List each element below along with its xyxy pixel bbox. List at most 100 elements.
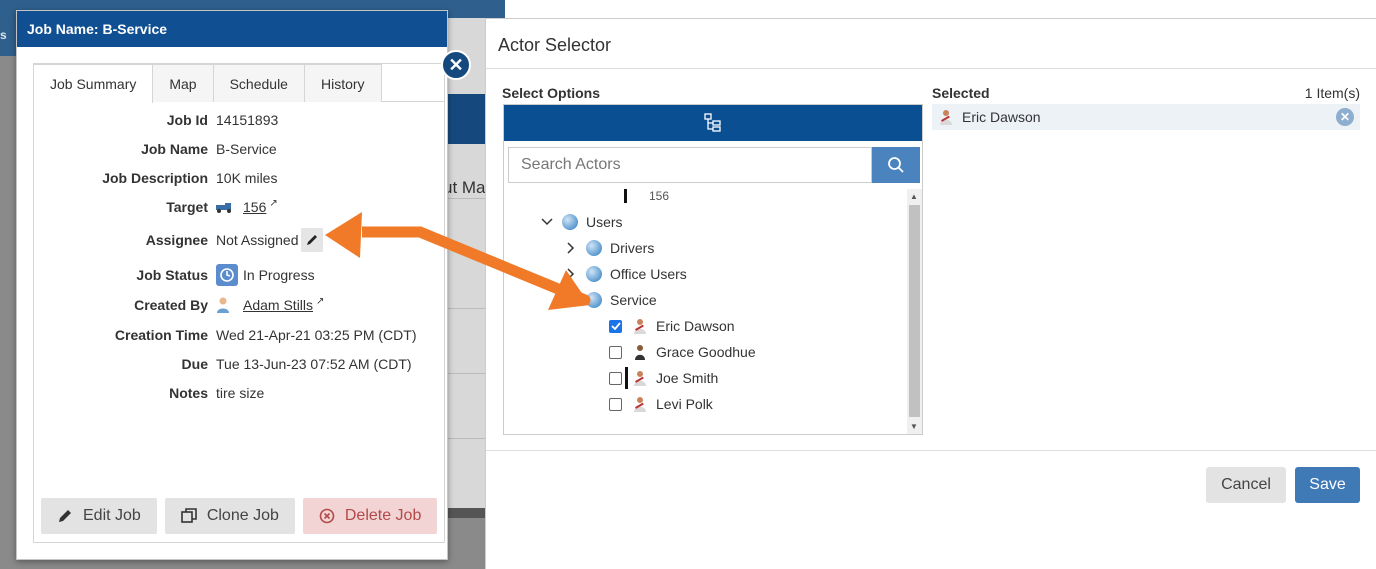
chevron-right-icon[interactable] <box>564 268 578 280</box>
background-bar <box>445 94 485 144</box>
tab-history[interactable]: History <box>303 64 382 102</box>
field-job-name: Job Name B-Service <box>34 139 434 159</box>
job-details-modal: Job Name: B-Service Job Summary Map Sche… <box>16 10 448 560</box>
tree-item-label: 156 <box>649 189 670 203</box>
tree-icon <box>704 113 721 132</box>
tree-group-office-users[interactable]: Office Users <box>564 263 687 285</box>
mechanic-icon <box>634 319 646 334</box>
selected-item: Eric Dawson ✕ <box>932 104 1360 130</box>
field-label: Job Name <box>141 141 208 157</box>
globe-icon <box>586 240 602 256</box>
tree-item-partial: 156 <box>624 189 669 207</box>
actor-checkbox[interactable] <box>609 397 622 411</box>
selected-label: Selected <box>932 85 990 101</box>
divider <box>486 450 1376 451</box>
actor-label: Joe Smith <box>656 370 719 386</box>
divider <box>445 308 485 309</box>
field-value: 156 ↗ <box>216 197 278 215</box>
tree-group-service[interactable]: Service <box>586 289 657 311</box>
tree-group-label: Office Users <box>610 266 687 282</box>
field-value: Adam Stills ↗ <box>216 295 325 313</box>
worker-icon <box>635 345 645 360</box>
clock-icon <box>216 264 238 286</box>
tree-group-users[interactable]: Users <box>540 211 623 233</box>
globe-icon <box>562 214 578 230</box>
truck-icon <box>216 203 231 213</box>
actor-checkbox[interactable] <box>609 371 622 385</box>
mechanic-icon <box>634 371 646 386</box>
tree-group-label: Users <box>586 214 623 230</box>
user-icon <box>217 297 229 313</box>
status-text: In Progress <box>243 267 315 283</box>
search-button[interactable] <box>872 147 920 183</box>
divider <box>445 373 485 374</box>
tree-actor-eric-dawson[interactable]: Eric Dawson <box>609 315 735 337</box>
clone-job-label: Clone Job <box>206 507 279 524</box>
cancel-button[interactable]: Cancel <box>1206 467 1286 503</box>
modal-title: Job Name: B-Service <box>17 11 447 47</box>
scrollbar-thumb[interactable] <box>909 205 920 417</box>
field-label: Job Id <box>166 112 208 128</box>
actor-label: Eric Dawson <box>656 318 735 334</box>
field-target: Target 156 ↗ <box>34 197 434 217</box>
external-link-icon: ↗ <box>269 197 278 209</box>
job-summary-panel: Job Summary Map Schedule History Job Id … <box>33 63 445 543</box>
close-icon[interactable]: ✕ <box>441 50 471 80</box>
delete-job-button[interactable]: Delete Job <box>302 498 438 534</box>
field-due: Due Tue 13-Jun-23 07:52 AM (CDT) <box>34 354 434 374</box>
field-assignee: Assignee Not Assigned <box>34 226 434 254</box>
edit-assignee-button[interactable] <box>300 228 323 252</box>
edit-job-button[interactable]: Edit Job <box>41 498 157 534</box>
remove-selected-button[interactable]: ✕ <box>1336 108 1354 126</box>
tree-group-label: Drivers <box>610 240 655 256</box>
field-label: Job Description <box>102 170 208 186</box>
search-icon <box>888 157 904 173</box>
tree-actor-levi-polk[interactable]: Levi Polk <box>609 393 713 415</box>
tree-group-label: Service <box>610 292 657 308</box>
field-notes: Notes tire size <box>34 383 434 403</box>
scroll-down-icon[interactable]: ▼ <box>910 422 918 431</box>
scroll-up-icon[interactable]: ▲ <box>910 192 918 201</box>
tab-job-summary[interactable]: Job Summary <box>34 64 154 103</box>
divider <box>445 198 485 199</box>
select-options-label: Select Options <box>502 85 601 101</box>
background-footer <box>445 508 485 518</box>
globe-icon <box>586 292 602 308</box>
tree-view-toggle[interactable] <box>504 105 922 141</box>
tree-group-drivers[interactable]: Drivers <box>564 237 654 259</box>
screen: s ut Ma Job Name: B-Service Job Summary … <box>0 0 1376 569</box>
globe-icon <box>586 266 602 282</box>
field-job-id: Job Id 14151893 <box>34 110 434 130</box>
selected-count: 1 Item(s) <box>1304 85 1360 101</box>
field-job-status: Job Status In Progress <box>34 262 434 288</box>
background-partial-text: ut Ma <box>443 178 486 197</box>
tree-actor-grace-goodhue[interactable]: Grace Goodhue <box>609 341 756 363</box>
field-value: In Progress <box>216 264 315 286</box>
target-link[interactable]: 156 <box>243 199 266 215</box>
field-label: Job Status <box>136 267 208 283</box>
field-label: Creation Time <box>114 327 208 343</box>
divider <box>486 68 1376 69</box>
tree-marker <box>624 189 627 203</box>
external-link-icon: ↗ <box>316 295 325 307</box>
field-value: B-Service <box>216 141 277 157</box>
actor-checkbox[interactable] <box>609 319 622 333</box>
actor-selector-dialog: Actor Selector Select Options Search Act… <box>485 18 1376 569</box>
clone-job-button[interactable]: Clone Job <box>164 498 295 534</box>
chevron-down-icon[interactable] <box>540 218 554 226</box>
field-created-by: Created By Adam Stills ↗ <box>34 295 434 315</box>
tree-actor-joe-smith[interactable]: Joe Smith <box>609 367 718 389</box>
search-input[interactable] <box>508 147 872 183</box>
tree-scrollbar[interactable]: ▲ ▼ <box>907 189 922 434</box>
tab-schedule[interactable]: Schedule <box>212 64 305 102</box>
actor-tree: 156 Users Drivers Office Users Service E… <box>504 189 906 434</box>
chevron-right-icon[interactable] <box>564 242 578 254</box>
field-label: Due <box>181 356 208 372</box>
actor-label: Levi Polk <box>656 396 713 412</box>
created-by-link[interactable]: Adam Stills <box>243 297 313 313</box>
field-job-description: Job Description 10K miles <box>34 168 434 188</box>
actor-checkbox[interactable] <box>609 345 622 359</box>
tab-map[interactable]: Map <box>152 64 214 102</box>
mechanic-icon <box>940 110 952 125</box>
save-button[interactable]: Save <box>1295 467 1360 503</box>
